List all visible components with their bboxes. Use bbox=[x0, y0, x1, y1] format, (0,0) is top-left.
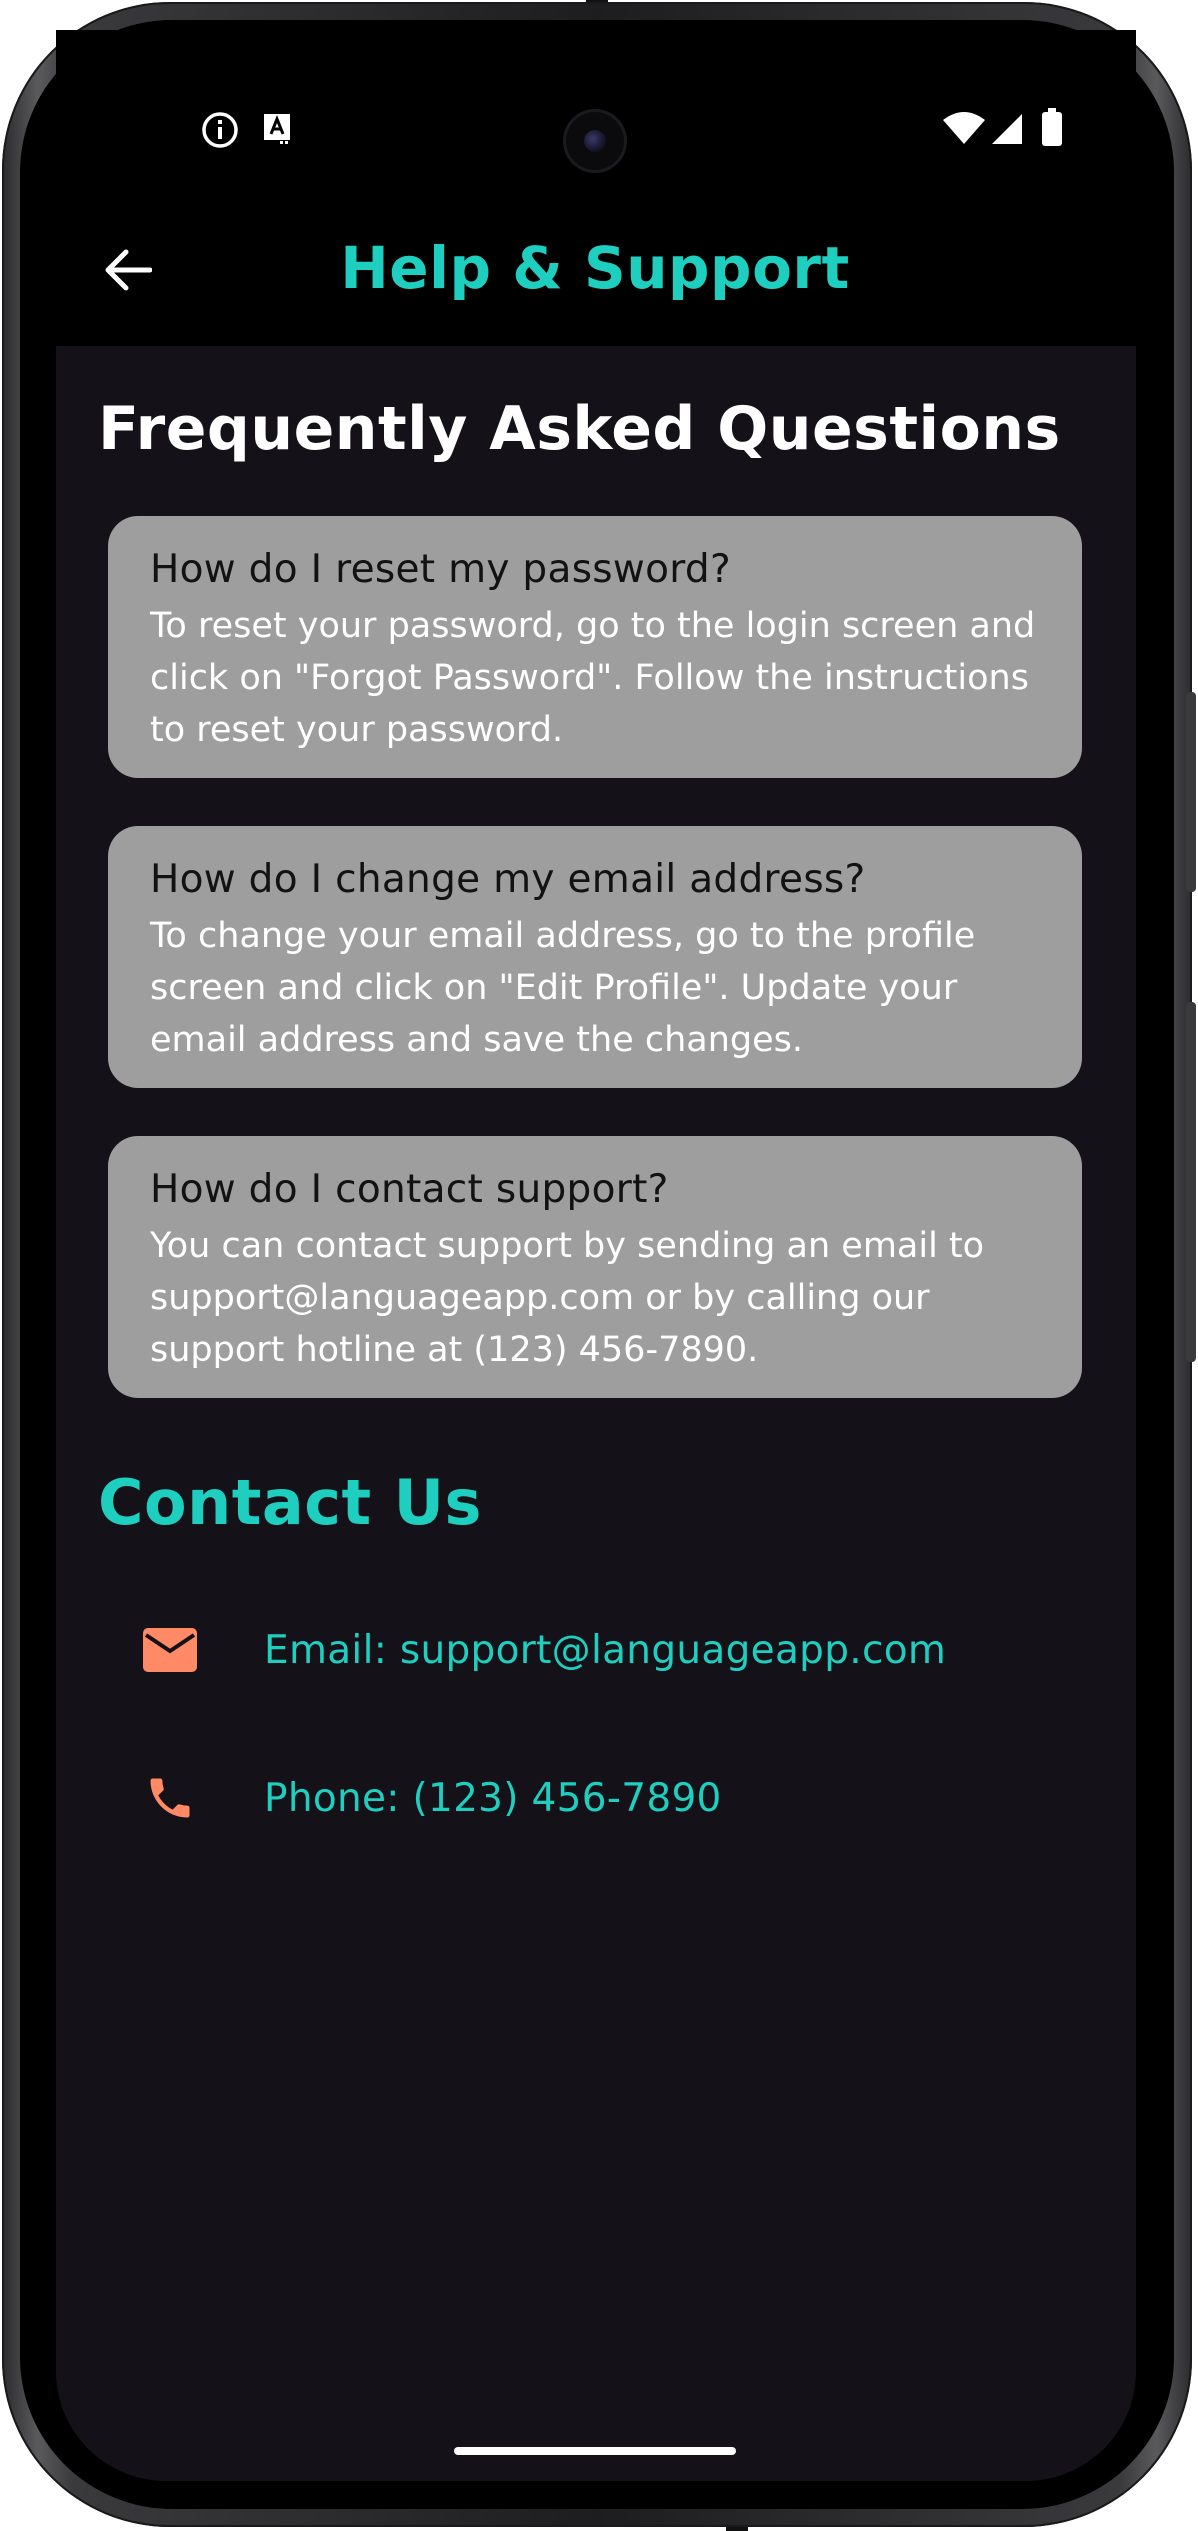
faq-card-change-email[interactable]: How do I change my email address? To cha… bbox=[108, 826, 1082, 1088]
contact-phone-row[interactable]: Phone: (123) 456-7890 bbox=[140, 1768, 722, 1828]
front-camera bbox=[566, 112, 624, 170]
contact-email-text: Email: support@languageapp.com bbox=[264, 1627, 947, 1673]
info-icon bbox=[200, 110, 240, 154]
cellular-signal-icon bbox=[990, 112, 1024, 150]
faq-card-reset-password[interactable]: How do I reset my password? To reset you… bbox=[108, 516, 1082, 778]
faq-card-contact-support[interactable]: How do I contact support? You can contac… bbox=[108, 1136, 1082, 1398]
faq-question: How do I contact support? bbox=[150, 1167, 669, 1212]
contact-heading: Contact Us bbox=[98, 1466, 482, 1539]
email-icon bbox=[140, 1620, 200, 1680]
faq-heading: Frequently Asked Questions bbox=[98, 394, 1061, 464]
faq-answer: To change your email address, go to the … bbox=[150, 916, 976, 1060]
contact-email-row[interactable]: Email: support@languageapp.com bbox=[140, 1620, 946, 1680]
wifi-icon bbox=[942, 112, 986, 150]
faq-question: How do I reset my password? bbox=[150, 547, 731, 592]
text-format-icon bbox=[262, 112, 294, 150]
device-canvas: Help & Support Frequently Asked Question… bbox=[0, 0, 1198, 2531]
contact-phone-text: Phone: (123) 456-7890 bbox=[264, 1775, 722, 1821]
home-indicator[interactable] bbox=[454, 2447, 736, 2455]
faq-answer: To reset your password, go to the login … bbox=[150, 606, 1036, 750]
page-title: Help & Support bbox=[340, 234, 850, 302]
volume-button bbox=[1186, 692, 1196, 892]
power-button bbox=[1186, 1002, 1196, 1362]
battery-icon bbox=[1040, 108, 1064, 152]
faq-answer: You can contact support by sending an em… bbox=[150, 1226, 985, 1370]
phone-icon bbox=[140, 1768, 200, 1828]
faq-question: How do I change my email address? bbox=[150, 857, 866, 902]
